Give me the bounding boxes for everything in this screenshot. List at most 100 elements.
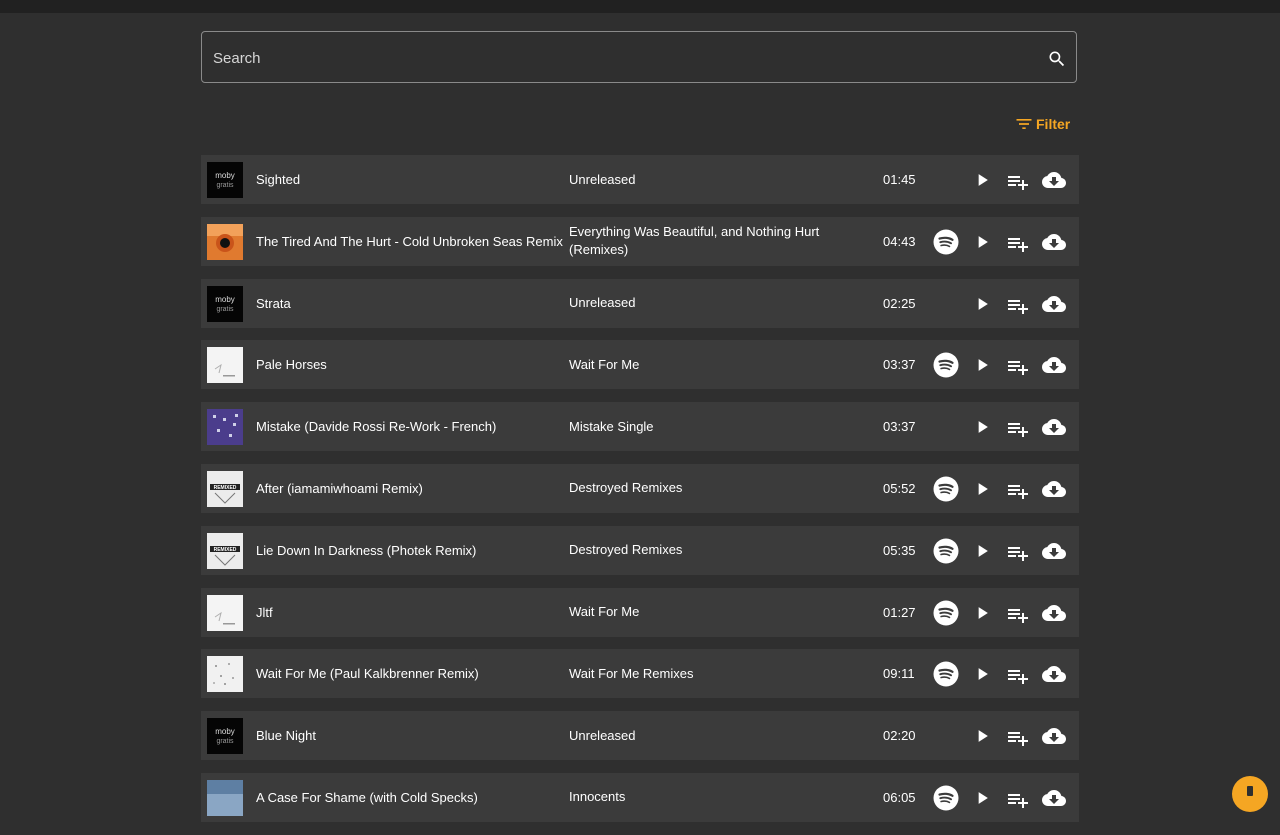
add-to-queue-icon[interactable] xyxy=(1006,417,1030,438)
filter-icon xyxy=(1016,119,1032,129)
track-title[interactable]: Lie Down In Darkness (Photek Remix) xyxy=(256,526,556,575)
play-icon[interactable] xyxy=(972,417,992,437)
add-to-queue-icon[interactable] xyxy=(1006,479,1030,499)
track-album[interactable]: Unreleased xyxy=(569,711,839,760)
svg-text:gratis: gratis xyxy=(216,306,234,313)
track-title[interactable]: After (iamamiwhoami Remix) xyxy=(256,464,556,513)
album-art xyxy=(207,223,243,260)
track-duration: 01:45 xyxy=(883,172,916,187)
track-duration: 01:27 xyxy=(883,604,916,620)
download-icon[interactable] xyxy=(1042,230,1066,254)
add-to-queue-icon[interactable] xyxy=(1006,170,1030,190)
track-album[interactable]: Wait For Me Remixes xyxy=(569,649,839,698)
track-album[interactable]: Destroyed Remixes xyxy=(569,464,839,513)
track-duration: 09:11 xyxy=(883,666,915,682)
search-icon[interactable] xyxy=(1047,49,1067,69)
spotify-icon[interactable] xyxy=(933,661,959,687)
track-title[interactable]: Pale Horses xyxy=(256,340,556,389)
track-album[interactable]: Wait For Me xyxy=(569,340,839,389)
notification-badge[interactable] xyxy=(1232,776,1268,812)
spotify-icon[interactable] xyxy=(933,785,959,811)
play-icon[interactable] xyxy=(972,603,992,623)
track-duration: 04:43 xyxy=(883,233,916,249)
play-icon[interactable] xyxy=(972,726,992,746)
download-icon[interactable] xyxy=(1042,168,1066,192)
download-icon[interactable] xyxy=(1042,601,1066,625)
track-row[interactable]: A Case For Shame (with Cold Specks) Innoc… xyxy=(201,772,1079,822)
play-icon[interactable] xyxy=(972,541,992,561)
spotify-icon[interactable] xyxy=(933,476,959,502)
add-to-queue-icon[interactable] xyxy=(1006,232,1030,252)
track-row[interactable]: Wait For Me (Paul Kalkbrenner Remix) Wait… xyxy=(201,649,1079,699)
track-album[interactable]: Unreleased xyxy=(569,279,839,328)
album-art xyxy=(207,594,243,631)
download-icon[interactable] xyxy=(1042,662,1066,686)
play-icon[interactable] xyxy=(972,788,992,808)
spotify-icon[interactable] xyxy=(933,229,959,255)
album-art xyxy=(207,347,243,384)
track-row[interactable]: REMIXED After (iamamiwhoami Remix) Destroy… xyxy=(201,463,1079,513)
play-icon[interactable] xyxy=(972,479,992,499)
download-icon[interactable] xyxy=(1042,292,1066,316)
download-icon[interactable] xyxy=(1042,353,1066,377)
track-album[interactable]: Wait For Me xyxy=(569,588,839,637)
track-album[interactable]: Innocents xyxy=(569,773,839,822)
search-box xyxy=(201,31,1077,84)
add-to-queue-icon[interactable] xyxy=(1006,294,1030,314)
play-icon[interactable] xyxy=(972,232,992,252)
play-icon[interactable] xyxy=(972,664,992,684)
album-art xyxy=(207,656,243,693)
add-to-queue-icon[interactable] xyxy=(1006,355,1030,376)
filter-button[interactable]: Filter xyxy=(1014,114,1070,134)
download-icon[interactable] xyxy=(1042,539,1066,563)
track-duration: 03:37 xyxy=(883,357,916,373)
play-icon[interactable] xyxy=(972,355,992,375)
track-title[interactable]: The Tired And The Hurt - Cold Unbroken S… xyxy=(256,217,563,266)
play-icon[interactable] xyxy=(972,170,992,190)
track-row[interactable]: moby gratis Strata Unreleased 02:25 xyxy=(201,278,1079,328)
download-icon[interactable] xyxy=(1042,477,1066,501)
track-title[interactable]: Strata xyxy=(256,279,556,328)
track-title[interactable]: Sighted xyxy=(256,155,556,204)
svg-text:moby: moby xyxy=(215,295,235,304)
add-to-queue-icon[interactable] xyxy=(1006,788,1030,808)
track-album[interactable]: Everything Was Beautiful, and Nothing Hu… xyxy=(569,217,839,266)
add-to-queue-icon[interactable] xyxy=(1006,541,1030,561)
svg-text:moby: moby xyxy=(215,727,235,736)
track-title[interactable]: Jltf xyxy=(256,588,556,637)
track-row[interactable]: Jltf Wait For Me 01:27 xyxy=(201,587,1079,637)
track-row[interactable]: moby gratis Blue Night Unreleased 02:20 xyxy=(201,711,1079,761)
spotify-icon[interactable] xyxy=(933,600,959,626)
track-album[interactable]: Mistake Single xyxy=(569,402,839,451)
track-duration: 05:52 xyxy=(883,480,916,496)
album-art: moby gratis xyxy=(207,285,243,322)
spotify-icon[interactable] xyxy=(933,352,959,378)
add-to-queue-icon[interactable] xyxy=(1006,664,1030,685)
top-bar xyxy=(0,0,1280,13)
track-title[interactable]: A Case For Shame (with Cold Specks) xyxy=(256,773,556,822)
track-row[interactable]: Pale Horses Wait For Me 03:37 xyxy=(201,340,1079,390)
track-row[interactable]: Mistake (Davide Rossi Re-Work - French) M… xyxy=(201,402,1079,452)
add-to-queue-icon[interactable] xyxy=(1006,726,1030,747)
svg-text:REMIXED: REMIXED xyxy=(214,485,237,491)
album-art: REMIXED xyxy=(207,470,243,507)
download-icon[interactable] xyxy=(1042,786,1066,810)
track-list: moby gratis Sighted Unreleased 01:45 The Tire… xyxy=(201,155,1079,835)
play-icon[interactable] xyxy=(972,294,992,314)
track-album[interactable]: Unreleased xyxy=(569,155,839,204)
track-row[interactable]: REMIXED Lie Down In Darkness (Photek Remi… xyxy=(201,525,1079,575)
track-row[interactable]: moby gratis Sighted Unreleased 01:45 xyxy=(201,155,1079,204)
track-album[interactable]: Destroyed Remixes xyxy=(569,526,839,575)
svg-text:REMIXED: REMIXED xyxy=(214,547,237,553)
search-input[interactable] xyxy=(211,32,1035,84)
album-art: moby gratis xyxy=(207,718,243,755)
track-title[interactable]: Mistake (Davide Rossi Re-Work - French) xyxy=(256,402,556,451)
download-icon[interactable] xyxy=(1042,724,1066,748)
track-title[interactable]: Blue Night xyxy=(256,711,556,760)
track-row[interactable]: The Tired And The Hurt - Cold Unbroken S… xyxy=(201,216,1079,266)
spotify-icon[interactable] xyxy=(933,538,959,564)
track-title[interactable]: Wait For Me (Paul Kalkbrenner Remix) xyxy=(256,649,556,698)
add-to-queue-icon[interactable] xyxy=(1006,603,1030,623)
album-art: moby gratis xyxy=(207,162,243,198)
download-icon[interactable] xyxy=(1042,415,1066,439)
